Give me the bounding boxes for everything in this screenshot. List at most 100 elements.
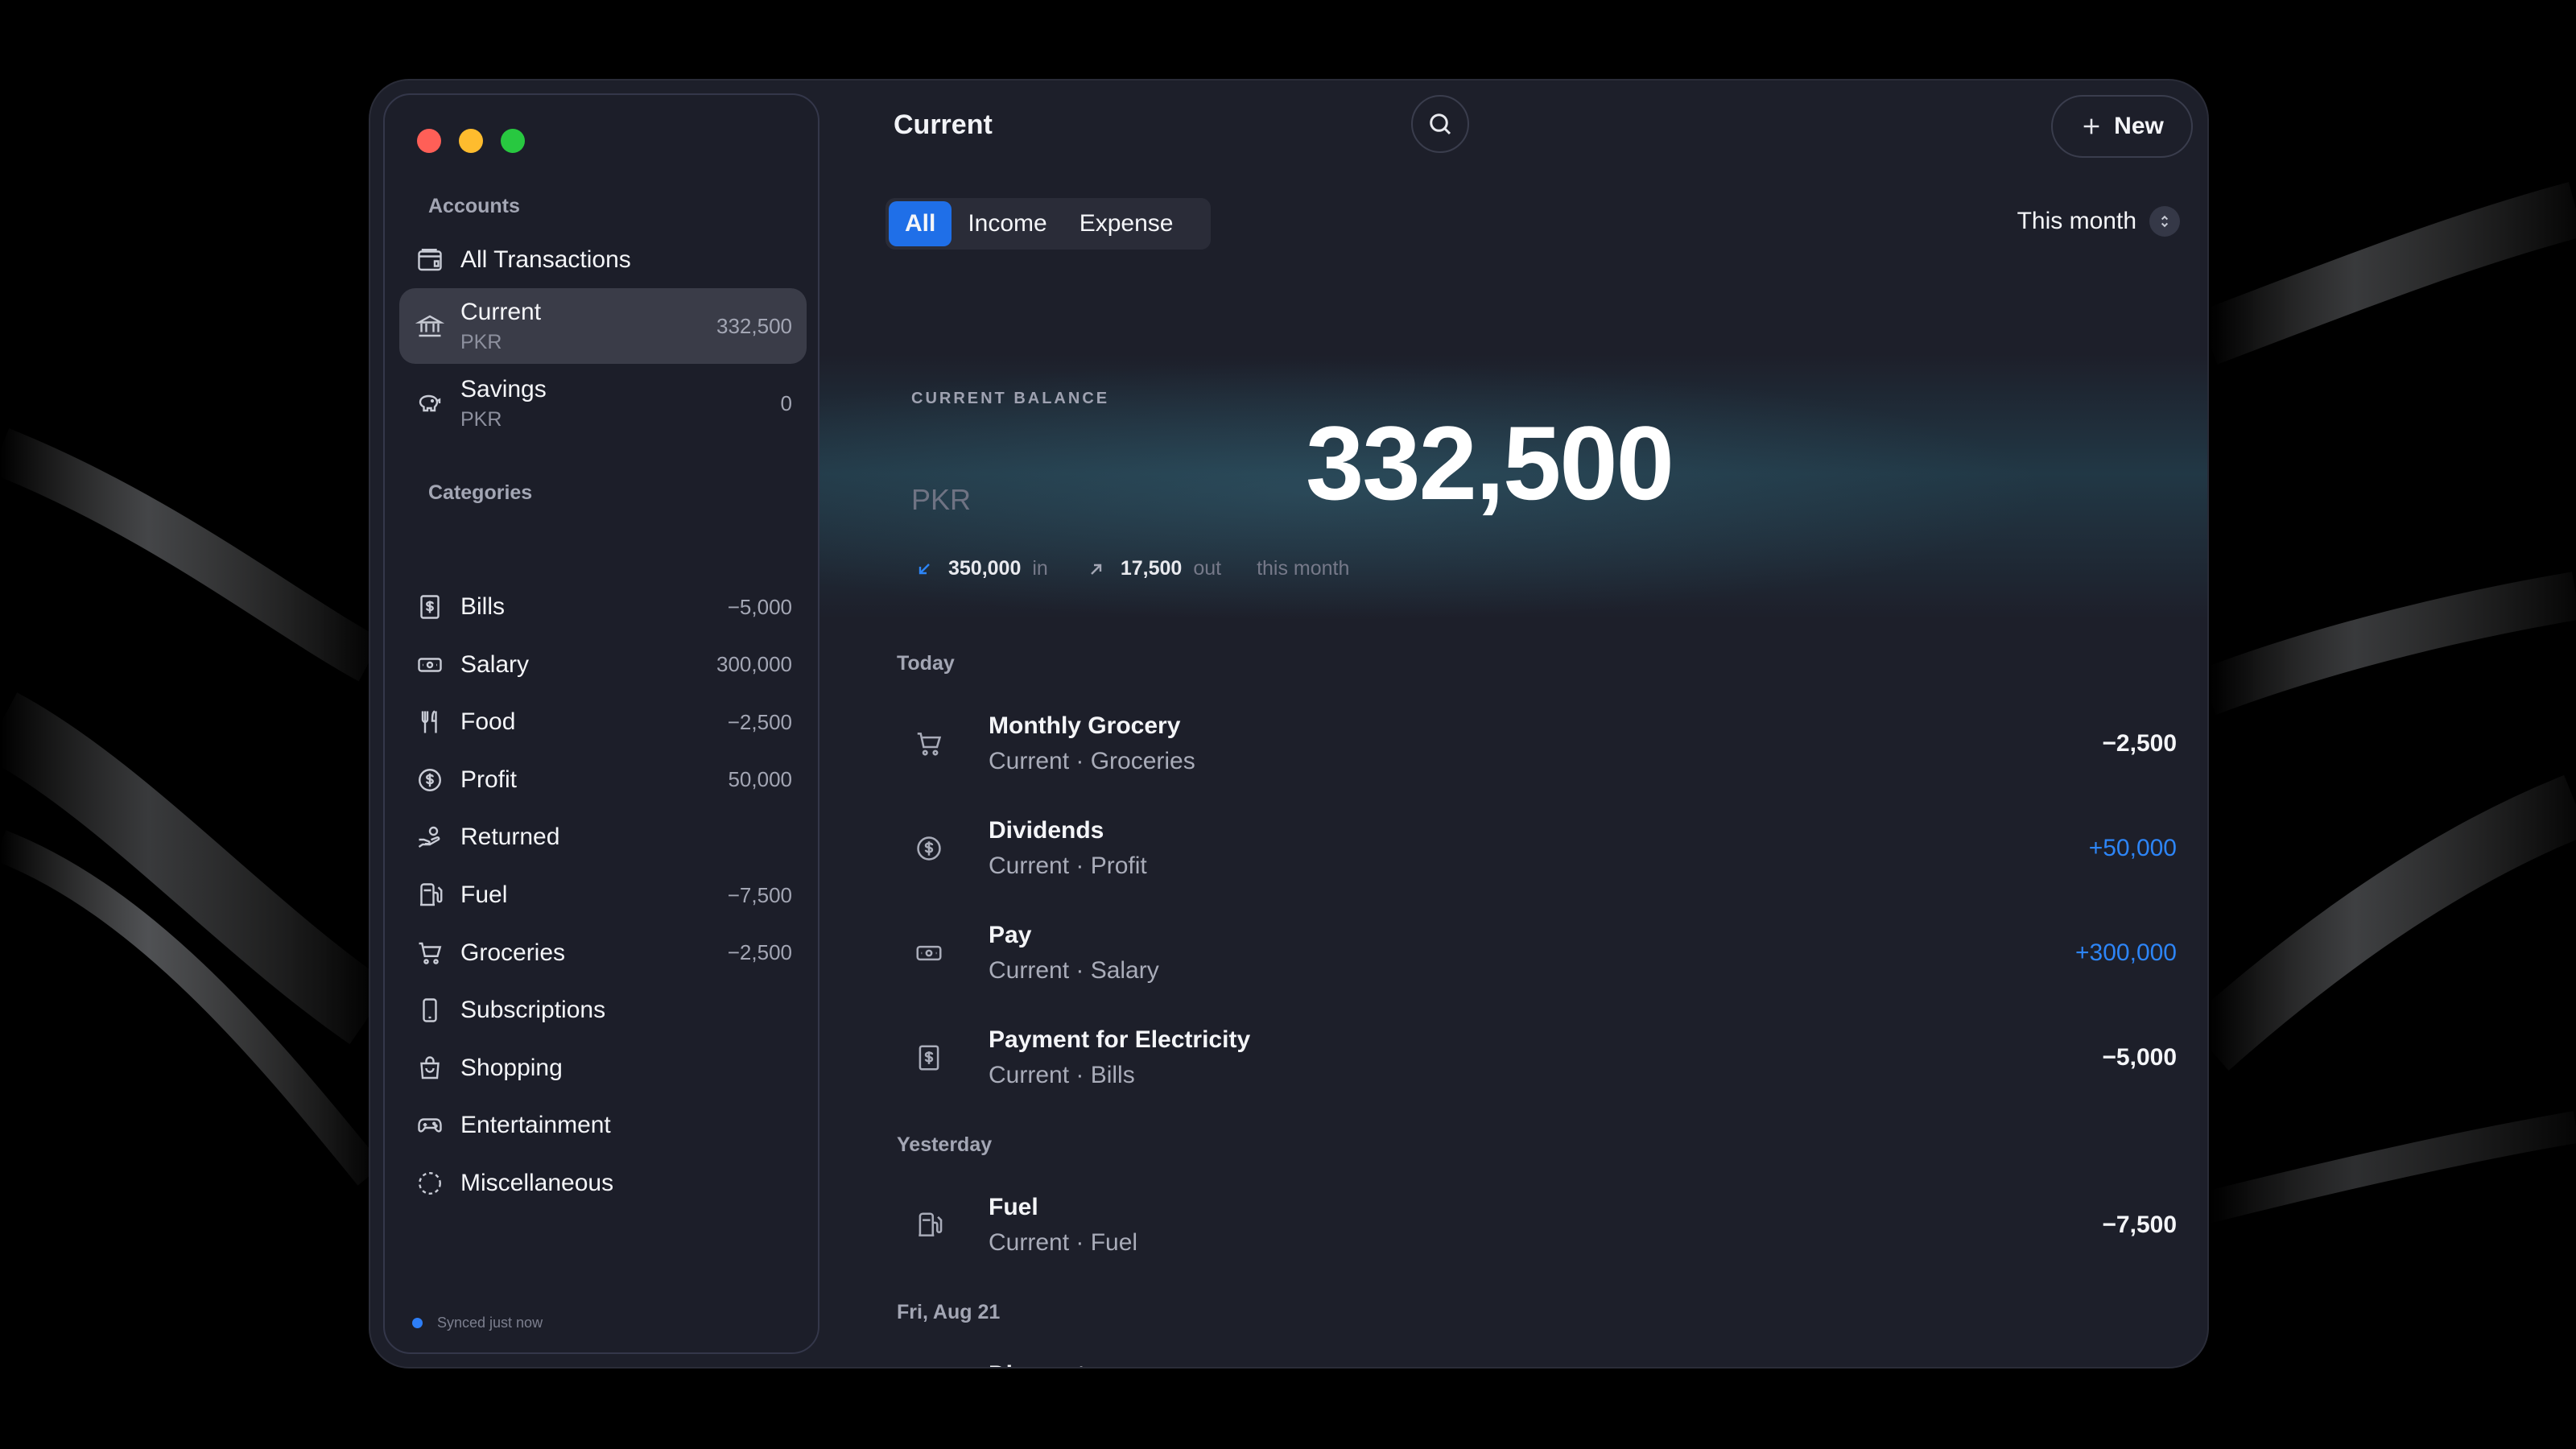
minimize-window-button[interactable] — [459, 129, 483, 153]
sidebar-item-label: Profit — [460, 766, 518, 793]
transaction-subtitle: Current · Fuel — [989, 1229, 1138, 1256]
sidebar-item-amount: −2,500 — [727, 940, 792, 965]
filter-expense[interactable]: Expense — [1063, 201, 1190, 246]
sidebar-item-label: Food — [460, 708, 516, 736]
sync-status: Synced just now — [412, 1315, 543, 1331]
sidebar-item-amount: 300,000 — [716, 652, 792, 677]
date-group-label: Fri, Aug 21 — [897, 1301, 1001, 1323]
period-label: This month — [2017, 208, 2136, 234]
bank-icon — [414, 310, 446, 342]
sidebar-item-label: Savings — [460, 375, 547, 402]
sidebar-item-amount: 50,000 — [728, 767, 792, 792]
transaction-title: Monthly Grocery — [989, 712, 1181, 739]
chevron-up-down-icon — [2149, 206, 2180, 237]
date-group-label: Today — [897, 652, 955, 675]
sidebar-item-subscriptions[interactable]: Subscriptions — [399, 982, 807, 1038]
balance-currency: PKR — [911, 483, 972, 516]
transaction-amount: −7,500 — [2102, 1212, 2177, 1238]
receipt-icon — [905, 1034, 953, 1082]
filter-income[interactable]: Income — [952, 201, 1063, 246]
sidebar-item-label: Current — [460, 298, 542, 325]
sidebar-item-all-transactions[interactable]: All Transactions — [399, 232, 807, 288]
dollar-circle-icon — [905, 824, 953, 873]
dashed-circle-icon — [414, 1167, 446, 1199]
sidebar-item-food[interactable]: Food −2,500 — [399, 694, 807, 750]
cash-icon — [905, 929, 953, 977]
sidebar-item-bills[interactable]: Bills −5,000 — [399, 579, 807, 635]
sidebar-item-label: Subscriptions — [460, 997, 606, 1024]
search-button[interactable] — [1411, 95, 1469, 153]
arrow-down-left-icon — [919, 563, 930, 574]
sidebar-item-label: Fuel — [460, 881, 508, 908]
expense-total: 17,500 — [1120, 557, 1183, 580]
income-label: in — [1032, 557, 1048, 580]
transaction-row[interactable]: Fuel Current · Fuel −7,500 — [897, 1177, 2193, 1274]
sidebar-item-amount: 332,500 — [716, 313, 792, 338]
sidebar-item-salary[interactable]: Salary 300,000 — [399, 637, 807, 693]
sidebar-item-miscellaneous[interactable]: Miscellaneous — [399, 1155, 807, 1212]
sidebar-item-amount: −5,000 — [727, 594, 792, 619]
app-window: Accounts All Transactions Current PKR 33… — [370, 80, 2207, 1367]
maximize-window-button[interactable] — [501, 129, 525, 153]
receipt-icon — [414, 591, 446, 623]
transaction-amount: +300,000 — [2075, 939, 2177, 966]
transaction-row[interactable]: Pay Current · Salary +300,000 — [897, 905, 2193, 1001]
sidebar-item-currency: PKR — [460, 407, 502, 431]
sidebar-item-entertainment[interactable]: Entertainment — [399, 1097, 807, 1154]
wallet-icon — [414, 244, 446, 276]
sidebar-item-groceries[interactable]: Groceries −2,500 — [399, 925, 807, 981]
close-window-button[interactable] — [417, 129, 441, 153]
transaction-row[interactable]: Payment for Electricity Current · Bills −5… — [897, 1009, 2193, 1106]
sidebar-item-current[interactable]: Current PKR 332,500 — [399, 288, 807, 364]
gamepad-icon — [414, 1109, 446, 1141]
balance-amount: 332,500 — [1306, 404, 1674, 522]
cart-icon — [905, 720, 953, 768]
shopping-bag-icon — [414, 1052, 446, 1084]
income-total: 350,000 — [948, 557, 1022, 580]
sidebar-item-label: Shopping — [460, 1054, 563, 1081]
transaction-title: Pay — [989, 922, 1032, 948]
new-button-label: New — [2114, 113, 2164, 139]
date-group-label: Yesterday — [897, 1133, 993, 1156]
sync-status-text: Synced just now — [437, 1315, 543, 1331]
transaction-row[interactable]: Monthly Grocery Current · Groceries −2,500 — [897, 696, 2193, 792]
sidebar-item-profit[interactable]: Profit 50,000 — [399, 752, 807, 808]
cash-icon — [414, 649, 446, 681]
sidebar-item-shopping[interactable]: Shopping — [399, 1040, 807, 1096]
new-transaction-button[interactable]: New — [2051, 95, 2193, 158]
transaction-title: Fuel — [989, 1194, 1038, 1220]
piggy-bank-icon — [414, 387, 446, 419]
sidebar-item-label: Groceries — [460, 939, 566, 966]
type-filter: All Income Expense — [886, 198, 1211, 250]
transaction-amount: +50,000 — [2088, 835, 2177, 861]
sidebar-item-amount: −7,500 — [727, 882, 792, 907]
sync-dot — [412, 1318, 423, 1328]
sidebar: Accounts All Transactions Current PKR 33… — [383, 93, 819, 1354]
balance-label: CURRENT BALANCE — [911, 390, 1110, 407]
sidebar-item-label: Miscellaneous — [460, 1170, 614, 1196]
summary-period: this month — [1257, 557, 1350, 580]
transaction-row[interactable]: Dine outCurrent · Food−2,500 — [897, 1344, 2193, 1367]
filter-all[interactable]: All — [889, 201, 952, 246]
balance-summary: 350,000 in 17,500 out this month — [914, 557, 1349, 580]
fuel-pump-icon — [414, 879, 446, 911]
transaction-row[interactable]: Dividends Current · Profit +50,000 — [897, 800, 2193, 897]
transaction-subtitle: Current · Salary — [989, 957, 1159, 984]
period-select[interactable]: This month — [2017, 206, 2180, 237]
sidebar-item-fuel[interactable]: Fuel −7,500 — [399, 867, 807, 923]
transaction-subtitle: Current · Bills — [989, 1062, 1135, 1088]
sidebar-item-savings[interactable]: Savings PKR 0 — [399, 365, 807, 441]
sidebar-item-label: Returned — [460, 824, 560, 851]
search-icon — [1430, 114, 1451, 135]
accounts-section-label: Accounts — [428, 195, 520, 217]
sidebar-item-currency: PKR — [460, 330, 502, 353]
sidebar-item-returned[interactable]: Returned — [399, 809, 807, 865]
arrow-up-right-icon — [1090, 564, 1102, 575]
fork-knife-icon — [414, 706, 446, 738]
cart-icon — [414, 937, 446, 969]
transaction-title: Dine out — [989, 1361, 2102, 1367]
transaction-title: Payment for Electricity — [989, 1026, 1251, 1053]
transaction-subtitle: Current · Profit — [989, 852, 1147, 879]
plus-icon — [2083, 118, 2099, 134]
sidebar-item-label: Bills — [460, 593, 506, 620]
